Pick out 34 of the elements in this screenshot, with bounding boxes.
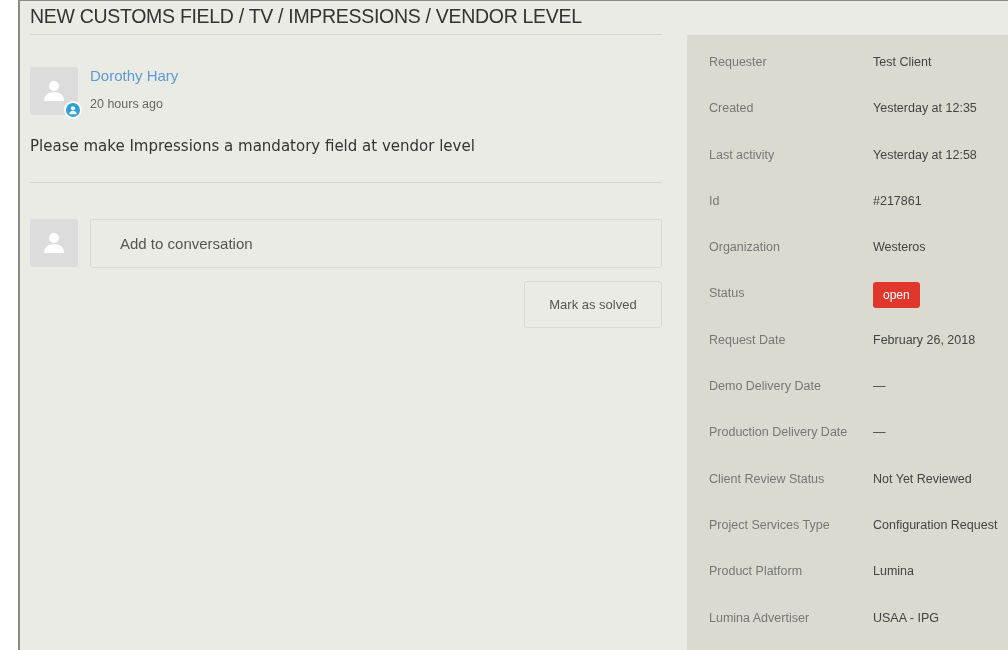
detail-label: Production Delivery Date [709,424,849,442]
person-icon [42,79,66,103]
detail-label: Demo Delivery Date [709,378,822,396]
person-icon [42,231,66,255]
detail-value: Yesterday at 12:58 [873,146,978,164]
detail-value: #217861 [873,192,923,210]
comment-time: 20 hours ago [90,97,164,111]
detail-label: Client Review Status [709,470,826,488]
detail-value: — [873,378,887,396]
detail-value: Not Yet Reviewed [873,470,973,488]
detail-label: Product Platform [709,563,804,581]
detail-value: February 26, 2018 [873,331,977,349]
detail-label: Lumina Advertiser [709,609,811,627]
detail-value: Yesterday at 12:35 [873,100,978,118]
detail-label: Last activity [709,146,776,164]
detail-label: Id [709,192,721,210]
status-badge: open [873,282,920,309]
detail-label: Request Date [709,331,787,349]
detail-label: Requester [709,54,768,71]
page-title: NEW CUSTOMS FIELD / TV / IMPRESSIONS / VENDOR LEVEL [30,1,662,35]
detail-value: USAA - IPG [873,609,940,627]
reply-field[interactable]: Add to conversation [90,219,662,268]
comment-text: Please make Impressions a mandatory field at vendor level [30,137,662,183]
detail-label: Created [709,100,755,118]
detail-label: Status [709,285,746,303]
mark-solved-button[interactable]: Mark as solved [524,281,662,328]
detail-value: — [873,424,887,442]
detail-value: Westeros [873,239,927,257]
detail-value: Configuration Request [873,516,999,534]
user-badge-icon [64,101,82,119]
detail-value: Lumina [873,563,915,581]
detail-label: Project Services Type [709,516,831,534]
detail-label: Organization [709,239,781,257]
detail-value: Test Client [873,54,933,71]
